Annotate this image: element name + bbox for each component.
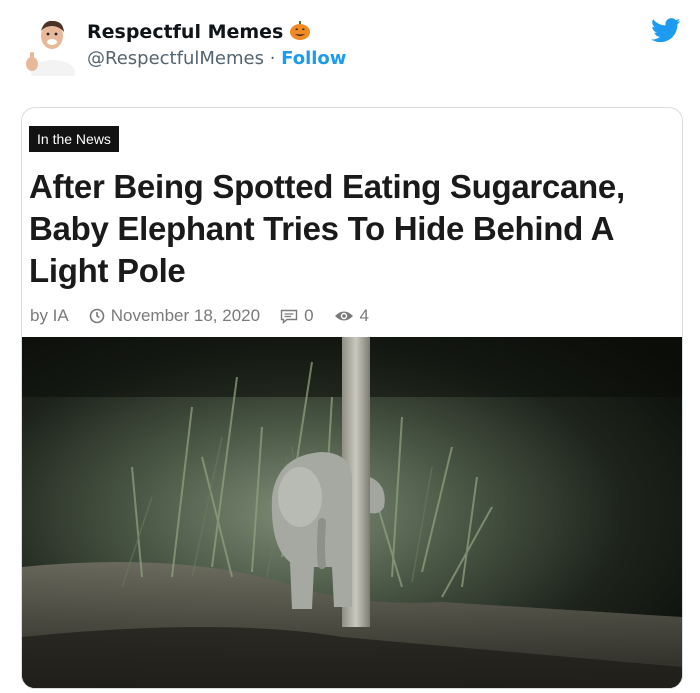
clock-icon	[89, 308, 105, 324]
twitter-icon[interactable]	[651, 18, 681, 43]
avatar[interactable]	[22, 14, 76, 76]
article-card[interactable]: In the News After Being Spotted Eating S…	[21, 107, 683, 689]
category-tag: In the News	[29, 126, 119, 152]
article-photo[interactable]	[22, 337, 682, 688]
eye-icon	[334, 311, 353, 321]
author: by IA	[30, 306, 69, 325]
pumpkin-icon	[290, 21, 311, 40]
follow-button[interactable]: Follow	[281, 48, 346, 69]
comment-count: 0	[304, 306, 314, 325]
article-meta: by IA November 18, 2020 0 4	[30, 306, 369, 326]
post-date: November 18, 2020	[110, 306, 261, 325]
handle[interactable]: @RespectfulMemes	[87, 48, 264, 69]
comment-icon	[280, 309, 298, 324]
view-count: 4	[359, 306, 370, 325]
article-headline[interactable]: After Being Spotted Eating Sugarcane, Ba…	[29, 166, 669, 292]
handle-row: @RespectfulMemes · Follow	[87, 48, 346, 69]
separator: ·	[269, 48, 276, 69]
tweet-header: Respectful Memes @RespectfulMemes · Foll…	[0, 0, 700, 100]
display-name[interactable]: Respectful Memes	[87, 19, 311, 43]
